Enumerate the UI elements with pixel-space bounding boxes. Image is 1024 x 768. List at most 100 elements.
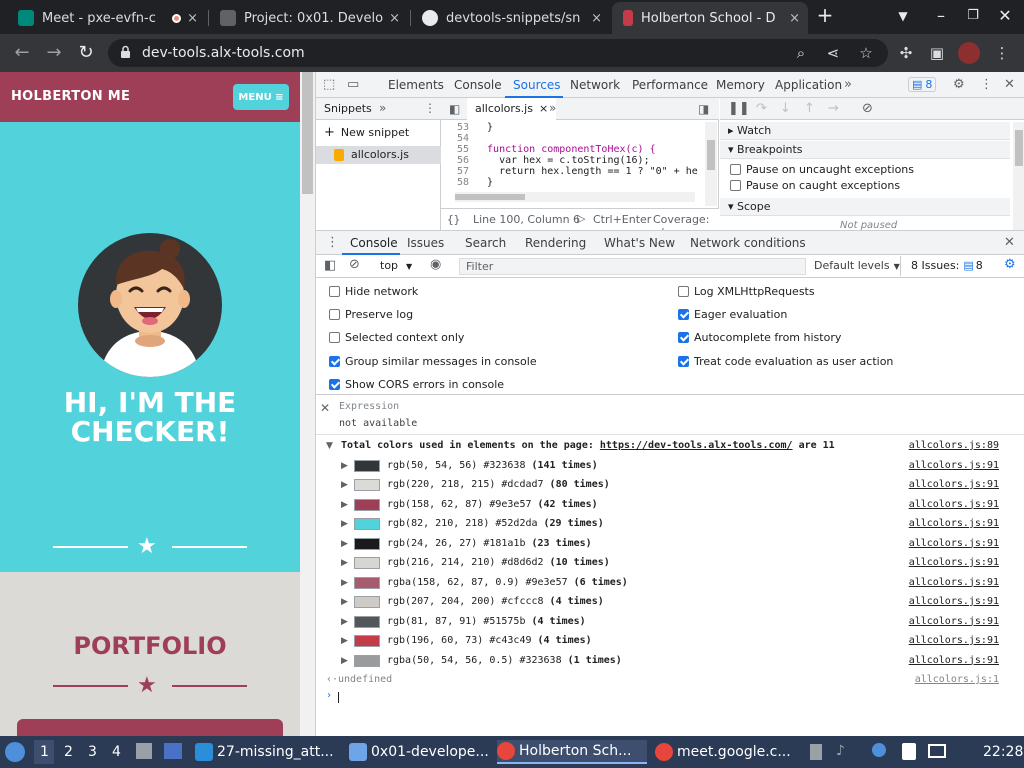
close-icon[interactable]: ×: [539, 102, 548, 115]
tab-console[interactable]: Console: [454, 78, 502, 92]
more-tabs-icon[interactable]: »: [844, 77, 852, 92]
drawer-tab-console[interactable]: Console: [350, 236, 398, 250]
workspace-3[interactable]: 3: [88, 744, 97, 760]
log-levels-dropdown[interactable]: Default levels ▼: [814, 259, 900, 272]
setting-log-xhr[interactable]: Log XMLHttpRequests: [678, 285, 815, 298]
source-link[interactable]: allcolors.js:91: [909, 616, 999, 627]
close-icon[interactable]: ×: [789, 11, 800, 26]
drawer-tab-rendering[interactable]: Rendering: [525, 236, 586, 250]
tab-project[interactable]: Project: 0x01. Develo ×: [212, 2, 408, 34]
app-launcher-icon[interactable]: [5, 742, 25, 762]
toggle-debugger-icon[interactable]: ◨: [698, 102, 709, 116]
chevron-right-icon[interactable]: ▶: [341, 480, 348, 490]
more-tabs-icon[interactable]: »: [549, 101, 556, 115]
close-drawer-icon[interactable]: ✕: [1004, 235, 1015, 250]
console-prompt[interactable]: ›: [316, 687, 1024, 707]
color-log-row[interactable]: ▶ rgb(220, 218, 215) #dcdad7 (80 times) all…: [316, 476, 1024, 496]
watch-section[interactable]: ▸ Watch: [720, 122, 1010, 140]
task-folder[interactable]: 0x01-develope...: [349, 740, 491, 764]
console-settings-gear-icon[interactable]: ⚙: [1004, 257, 1016, 272]
remove-expression-icon[interactable]: ✕: [320, 401, 330, 415]
menu-button[interactable]: MENU ≡: [233, 84, 289, 110]
pause-caught-checkbox[interactable]: [730, 180, 741, 191]
sidebar-scrollbar[interactable]: [1013, 122, 1024, 230]
color-log-row[interactable]: ▶ rgb(216, 214, 210) #d8d6d2 (10 times) all…: [316, 554, 1024, 574]
source-link[interactable]: allcolors.js:89: [909, 440, 999, 451]
side-panel-icon[interactable]: ▣: [927, 44, 947, 62]
chevron-right-icon[interactable]: ▶: [341, 558, 348, 568]
editor-file-tab[interactable]: allcolors.js ×: [467, 98, 557, 120]
share-icon[interactable]: ⋖: [823, 44, 843, 62]
reload-icon[interactable]: ↻: [75, 42, 97, 64]
sidebar-toggle-icon[interactable]: ◧: [324, 258, 336, 273]
expression-label[interactable]: Expression: [339, 401, 399, 412]
checkbox[interactable]: [678, 356, 689, 367]
drawer-tab-network-conditions[interactable]: Network conditions: [690, 236, 806, 250]
close-icon[interactable]: ×: [389, 11, 400, 26]
clipboard-icon[interactable]: [902, 743, 916, 760]
device-toolbar-icon[interactable]: ▭: [347, 77, 359, 92]
step-icon[interactable]: →: [828, 101, 839, 116]
window-close-icon[interactable]: ✕: [993, 6, 1017, 25]
drawer-menu-icon[interactable]: ⋮: [326, 235, 339, 250]
screen-icon[interactable]: [928, 744, 946, 758]
setting-eager-evaluation[interactable]: Eager evaluation: [678, 308, 787, 321]
deactivate-breakpoints-icon[interactable]: ⊘: [862, 101, 873, 116]
editor-scrollbar[interactable]: [705, 122, 717, 206]
source-link[interactable]: allcolors.js:91: [909, 596, 999, 607]
source-link[interactable]: allcolors.js:91: [909, 655, 999, 666]
snippets-tab[interactable]: Snippets: [324, 102, 372, 115]
code-lines[interactable]: 53 } 54 55 function componentToHex(c) { …: [441, 122, 703, 188]
inspect-icon[interactable]: ⬚: [323, 77, 335, 92]
address-bar[interactable]: dev-tools.alx-tools.com: [108, 39, 888, 67]
file-manager-icon[interactable]: [136, 743, 152, 759]
checkbox[interactable]: [678, 286, 689, 297]
pause-icon[interactable]: ❚❚: [728, 101, 750, 116]
step-out-icon[interactable]: ↑: [804, 101, 815, 116]
chrome-menu-icon[interactable]: ⋮: [992, 44, 1012, 62]
source-link[interactable]: allcolors.js:91: [909, 518, 999, 529]
step-over-icon[interactable]: ↷: [756, 101, 767, 116]
checkbox[interactable]: [329, 379, 340, 390]
pretty-print-icon[interactable]: {}: [447, 213, 460, 226]
breakpoints-section[interactable]: ▾ Breakpoints: [720, 141, 1010, 159]
color-log-row[interactable]: ▶ rgb(196, 60, 73) #c43c49 (4 times) allcol…: [316, 632, 1024, 652]
setting-preserve-log[interactable]: Preserve log: [329, 308, 413, 321]
color-log-row[interactable]: ▶ rgb(24, 26, 27) #181a1b (23 times) allcol…: [316, 535, 1024, 555]
source-link[interactable]: allcolors.js:91: [909, 577, 999, 588]
chevron-right-icon[interactable]: ▶: [341, 519, 348, 529]
color-log-row[interactable]: ▶ rgb(207, 204, 200) #cfccc8 (4 times) allc…: [316, 593, 1024, 613]
source-link[interactable]: allcolors.js:91: [909, 538, 999, 549]
tab-application[interactable]: Application: [775, 78, 842, 92]
minimize-icon[interactable]: –: [929, 6, 953, 25]
more-options-icon[interactable]: ⋮: [424, 101, 436, 115]
setting-group-similar[interactable]: Group similar messages in console: [329, 355, 537, 368]
checkbox[interactable]: [678, 332, 689, 343]
mute-icon[interactable]: ♪: [836, 743, 845, 759]
workspace-4[interactable]: 4: [112, 744, 121, 760]
extensions-icon[interactable]: ✣: [896, 44, 916, 62]
run-snippet-icon[interactable]: ▷: [577, 212, 585, 225]
setting-show-cors-errors[interactable]: Show CORS errors in console: [329, 378, 504, 391]
snippet-item[interactable]: allcolors.js: [316, 146, 441, 164]
chevron-right-icon[interactable]: ▶: [341, 461, 348, 471]
drawer-tab-issues[interactable]: Issues: [407, 236, 444, 250]
zoom-icon[interactable]: ⌕: [791, 44, 811, 62]
checkbox[interactable]: [329, 356, 340, 367]
desktop-icon[interactable]: [164, 743, 182, 759]
tab-meet[interactable]: Meet - pxe-evfn-c ×: [10, 2, 206, 34]
source-link[interactable]: allcolors.js:91: [909, 635, 999, 646]
clear-console-icon[interactable]: ⊘: [349, 257, 360, 272]
setting-selected-context-only[interactable]: Selected context only: [329, 331, 464, 344]
profile-avatar[interactable]: [958, 42, 980, 64]
settings-gear-icon[interactable]: ⚙: [953, 77, 965, 92]
setting-hide-network[interactable]: Hide network: [329, 285, 418, 298]
color-log-row[interactable]: ▶ rgb(158, 62, 87) #9e3e57 (42 times) allco…: [316, 496, 1024, 516]
chevron-right-icon[interactable]: ▶: [341, 578, 348, 588]
tab-sources[interactable]: Sources: [513, 78, 560, 92]
eye-icon[interactable]: ◉: [430, 257, 441, 272]
tab-network[interactable]: Network: [570, 78, 620, 92]
scope-section[interactable]: ▾ Scope: [720, 198, 1010, 216]
setting-treat-eval-user-action[interactable]: Treat code evaluation as user action: [678, 355, 893, 368]
page-scrollbar-thumb[interactable]: [302, 72, 313, 194]
